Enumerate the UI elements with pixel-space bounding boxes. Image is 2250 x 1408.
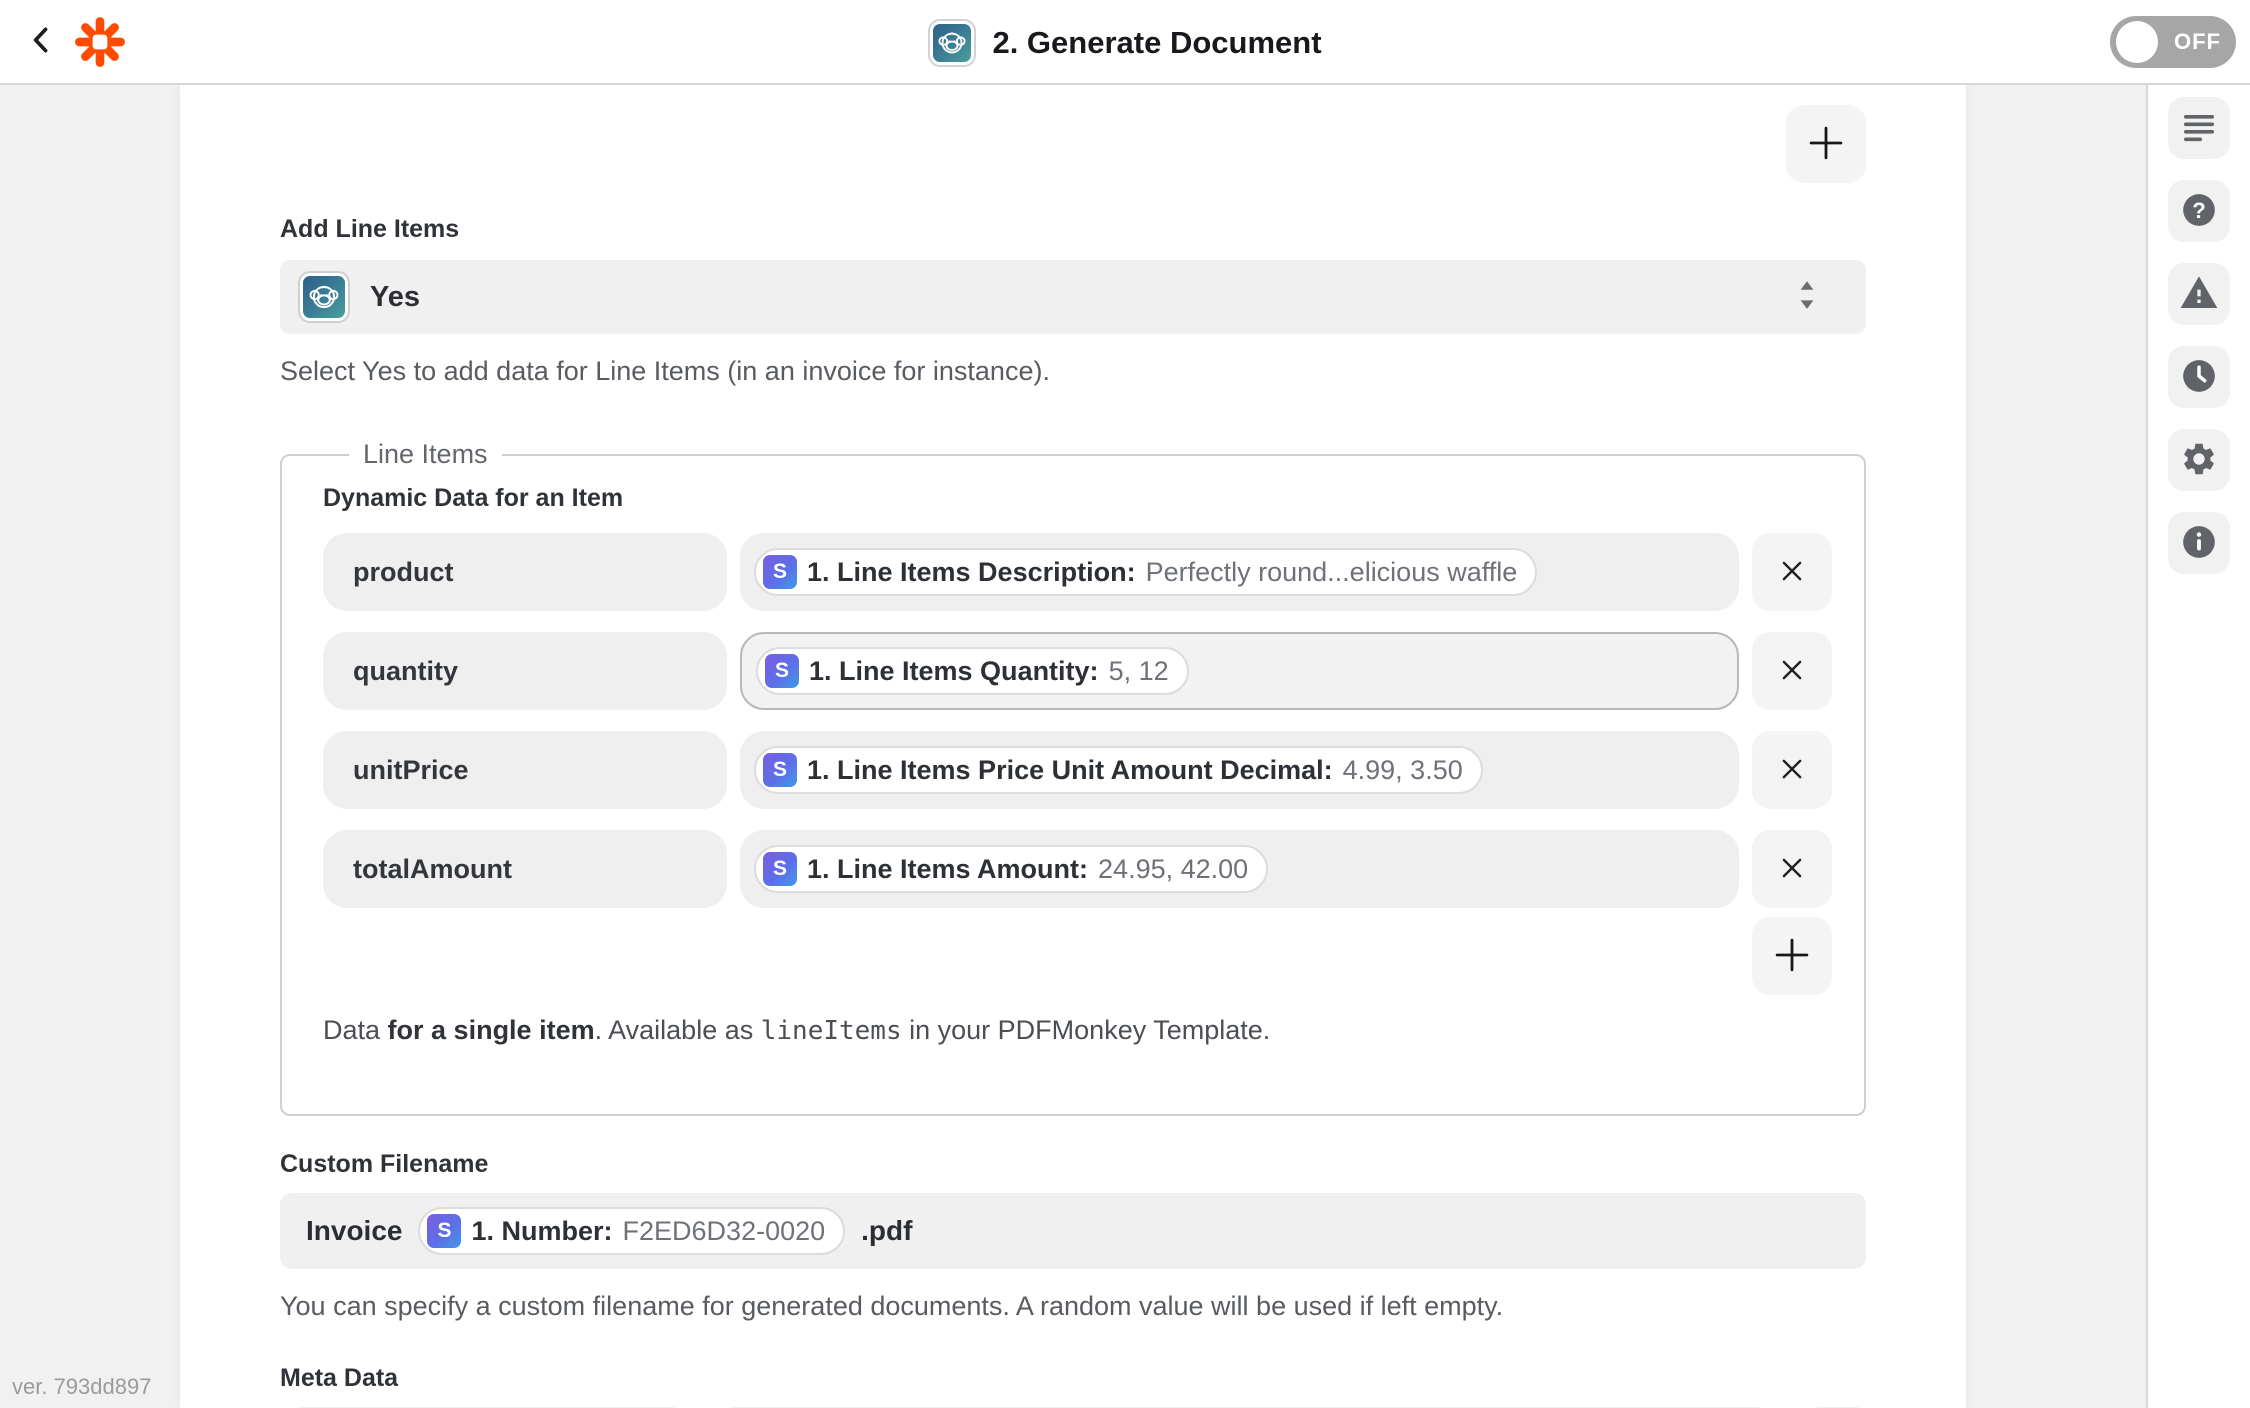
notes-button[interactable] [2168, 97, 2230, 159]
custom-filename-input[interactable]: Invoice S 1. Number: F2ED6D32-0020 .pdf [280, 1193, 1866, 1269]
add-row-button[interactable] [1752, 917, 1832, 995]
pdfmonkey-app-icon [928, 19, 976, 67]
mapped-field-token[interactable]: S 1. Line Items Quantity: 5, 12 [756, 647, 1189, 695]
history-button[interactable] [2168, 346, 2230, 408]
add-line-items-help: Select Yes to add data for Line Items (i… [280, 356, 1866, 387]
stripe-badge-icon: S [763, 852, 797, 886]
warning-button[interactable] [2168, 263, 2230, 325]
add-line-items-select[interactable]: Yes [280, 260, 1866, 334]
remove-row-button[interactable] [1752, 731, 1832, 809]
step-settings-panel: Add Line Items [180, 85, 1966, 1408]
line-items-footnote: Data for a single item. Available as lin… [323, 1015, 1832, 1046]
table-row: unitPrice S 1. Line Items Price Unit Amo… [323, 731, 1832, 806]
info-icon [2180, 523, 2218, 564]
zap-on-off-toggle[interactable]: OFF [2110, 16, 2236, 68]
version-label: ver. 793dd897 [12, 1374, 151, 1400]
toggle-state-label: OFF [2174, 29, 2221, 55]
add-line-items-label: Add Line Items [280, 215, 1866, 244]
dynamic-data-label: Dynamic Data for an Item [323, 484, 1832, 513]
add-line-items-value: Yes [370, 281, 420, 314]
close-icon [1777, 754, 1807, 787]
help-button[interactable]: ? [2168, 180, 2230, 242]
stripe-badge-icon: S [765, 654, 799, 688]
remove-row-button[interactable] [1752, 533, 1832, 611]
key-input[interactable]: quantity [323, 632, 727, 710]
add-field-button-top[interactable] [1786, 105, 1866, 183]
mapped-field-token[interactable]: S 1. Line Items Price Unit Amount Decima… [754, 746, 1483, 794]
settings-button[interactable] [2168, 429, 2230, 491]
info-button[interactable] [2168, 512, 2230, 574]
plus-icon [1771, 934, 1813, 979]
history-icon [2180, 357, 2218, 398]
editor-canvas: Add Line Items [0, 85, 2250, 1408]
stripe-badge-icon: S [763, 753, 797, 787]
table-row: totalAmount S 1. Line Items Amount: 24.9… [323, 830, 1832, 905]
meta-data-label: Meta Data [280, 1364, 1866, 1393]
custom-filename-help: You can specify a custom filename for ge… [280, 1291, 1866, 1322]
zapier-logo-icon[interactable] [72, 14, 128, 70]
line-items-group: Line Items Dynamic Data for an Item prod… [280, 439, 1866, 1116]
close-icon [1777, 556, 1807, 589]
settings-icon [2180, 440, 2218, 481]
stripe-badge-icon: S [427, 1214, 461, 1248]
warning-icon [2179, 273, 2219, 316]
remove-row-button[interactable] [1752, 632, 1832, 710]
line-items-legend: Line Items [349, 439, 502, 470]
value-input[interactable]: S 1. Line Items Quantity: 5, 12 [740, 632, 1739, 710]
notes-icon [2181, 109, 2217, 148]
key-input[interactable]: product [323, 533, 727, 611]
topbar: 2. Generate Document OFF [0, 0, 2250, 85]
table-row: quantity S 1. Line Items Quantity: 5, 12 [323, 632, 1832, 707]
select-updown-icon [1794, 278, 1820, 317]
mapped-field-token[interactable]: S 1. Line Items Amount: 24.95, 42.00 [754, 845, 1268, 893]
value-input[interactable]: S 1. Line Items Description: Perfectly r… [740, 533, 1739, 611]
filename-prefix: Invoice [306, 1215, 402, 1247]
pdfmonkey-app-icon [298, 271, 350, 323]
toggle-knob [2116, 21, 2158, 63]
mapped-field-token[interactable]: S 1. Number: F2ED6D32-0020 [418, 1207, 845, 1255]
close-icon [1777, 853, 1807, 886]
close-icon [1777, 655, 1807, 688]
key-input[interactable]: totalAmount [323, 830, 727, 908]
key-input[interactable]: unitPrice [323, 731, 727, 809]
filename-suffix: .pdf [861, 1215, 912, 1247]
svg-text:?: ? [2192, 197, 2206, 222]
stripe-badge-icon: S [763, 555, 797, 589]
remove-row-button[interactable] [1752, 830, 1832, 908]
value-input[interactable]: S 1. Line Items Price Unit Amount Decima… [740, 731, 1739, 809]
plus-icon [1805, 122, 1847, 167]
mapping-rows: product S 1. Line Items Description: Per… [323, 533, 1832, 905]
table-row: product S 1. Line Items Description: Per… [323, 533, 1832, 608]
back-button[interactable] [18, 18, 66, 66]
chevron-left-icon [25, 23, 59, 60]
step-title: 2. Generate Document [992, 25, 1321, 61]
custom-filename-label: Custom Filename [280, 1150, 1866, 1179]
value-input[interactable]: S 1. Line Items Amount: 24.95, 42.00 [740, 830, 1739, 908]
help-icon: ? [2180, 191, 2218, 232]
mapped-field-token[interactable]: S 1. Line Items Description: Perfectly r… [754, 548, 1537, 596]
right-toolbar: ? [2146, 85, 2250, 1408]
